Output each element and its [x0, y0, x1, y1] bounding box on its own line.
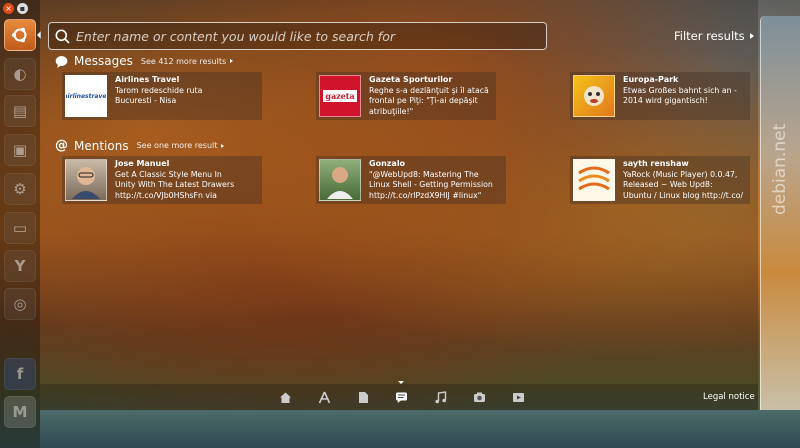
launcher-disk-icon[interactable]: ◎ [4, 288, 36, 320]
search-input[interactable] [76, 28, 546, 44]
launcher: × ▪ ◐ ▤ ▣ ⚙ ▭ Y ◎ f M [0, 0, 41, 448]
result-item[interactable]: Jose Manuel Get A Classic Style Menu In … [62, 156, 262, 204]
files-lens-icon[interactable] [356, 390, 370, 404]
result-thumbnail [573, 159, 615, 201]
at-sign-icon: @ [55, 138, 68, 153]
launcher-text-editor-icon[interactable]: ▭ [4, 212, 36, 244]
music-lens-icon[interactable] [433, 390, 447, 404]
result-item[interactable]: sayth renshaw YaRock (Music Player) 0.0.… [570, 156, 750, 204]
legal-notice-link[interactable]: Legal notice [703, 392, 755, 402]
photos-lens-icon[interactable] [472, 390, 486, 404]
search-box[interactable] [48, 22, 547, 50]
filter-results-label: Filter results [674, 29, 745, 43]
mentions-title: Mentions [74, 138, 129, 153]
result-item[interactable]: Europa-Park Etwas Großes bahnt sich an -… [570, 72, 750, 120]
result-title: Airlines Travel [115, 75, 180, 84]
avatar [72, 167, 100, 199]
close-button[interactable]: × [3, 3, 14, 14]
active-lens-indicator-icon [398, 381, 404, 384]
result-thumbnail: airlinestravel [65, 75, 107, 117]
result-item[interactable]: Gonzalo "@WebUpd8: Mastering The Linux S… [316, 156, 506, 204]
europa-park-mascot-icon [584, 86, 604, 106]
launcher-firefox-icon[interactable]: ◐ [4, 58, 36, 90]
window-controls: × ▪ [3, 3, 28, 14]
launcher-facebook-letter: f [16, 365, 24, 383]
mentions-more-results-link[interactable]: See one more result [137, 141, 225, 150]
result-body: Reghe s-a dezlănţuit şi îl atacă frontal… [369, 85, 489, 116]
social-lens-icon[interactable] [394, 390, 408, 404]
result-body: Tarom redeschide ruta Bucuresti - Nisa [115, 85, 203, 106]
video-lens-icon[interactable] [511, 390, 525, 404]
messages-more-label: See 412 more results [140, 56, 227, 66]
result-thumbnail [573, 75, 615, 117]
mentions-more-label: See one more result [136, 141, 218, 150]
applications-lens-icon[interactable] [317, 390, 331, 404]
result-item[interactable]: airlinestravel Airlines Travel Tarom red… [62, 72, 262, 120]
filter-results-button[interactable]: Filter results [674, 29, 754, 43]
result-title: Jose Manuel [115, 159, 170, 168]
launcher-gmail-icon[interactable]: M [4, 396, 36, 428]
messages-title: Messages [74, 54, 133, 68]
result-thumbnail [65, 159, 107, 201]
result-body: "@WebUpd8: Mastering The Linux Shell - G… [369, 169, 493, 200]
chevron-right-icon [221, 143, 225, 148]
launcher-facebook-icon[interactable]: f [4, 358, 36, 390]
chevron-right-icon [749, 33, 754, 39]
avatar [327, 167, 353, 199]
result-title: Gonzalo [369, 159, 406, 168]
launcher-terminal-icon[interactable]: ▣ [4, 134, 36, 166]
messages-more-results-link[interactable]: See 412 more results [140, 56, 234, 66]
dash-home-button[interactable] [4, 19, 36, 51]
result-body: Get A Classic Style Menu In Unity With T… [115, 169, 235, 200]
messages-header: Messages See 412 more results [55, 54, 234, 68]
result-title: Gazeta Sporturilor [369, 75, 453, 84]
launcher-app-icon[interactable]: Y [4, 250, 36, 282]
message-bubble-icon [55, 55, 68, 68]
maximize-button[interactable]: ▪ [17, 3, 28, 14]
result-title: sayth renshaw [623, 159, 689, 168]
launcher-gmail-letter: M [12, 403, 28, 421]
result-thumbnail [319, 159, 361, 201]
airlines-travel-logo: airlinestravel [65, 92, 107, 100]
result-title: Europa-Park [623, 75, 679, 84]
chevron-right-icon [230, 59, 234, 63]
mentions-header: @ Mentions See one more result [55, 138, 225, 153]
gazeta-logo: gazeta [323, 90, 357, 102]
launcher-settings-icon[interactable]: ⚙ [4, 173, 36, 205]
ubuntu-logo-icon [12, 27, 27, 43]
home-lens-icon[interactable] [278, 390, 292, 404]
watermark-text: debian.net [770, 123, 790, 215]
yarock-logo-icon [578, 166, 610, 191]
background-lake [40, 410, 800, 448]
search-icon [55, 29, 70, 44]
result-body: YaRock (Music Player) 0.0.47, Released ~… [623, 169, 744, 200]
result-body: Etwas Großes bahnt sich an - 2014 wird g… [623, 85, 737, 106]
result-item[interactable]: gazeta Gazeta Sporturilor Reghe s-a dezl… [316, 72, 496, 120]
result-thumbnail: gazeta [319, 75, 361, 117]
launcher-files-icon[interactable]: ▤ [4, 95, 36, 127]
